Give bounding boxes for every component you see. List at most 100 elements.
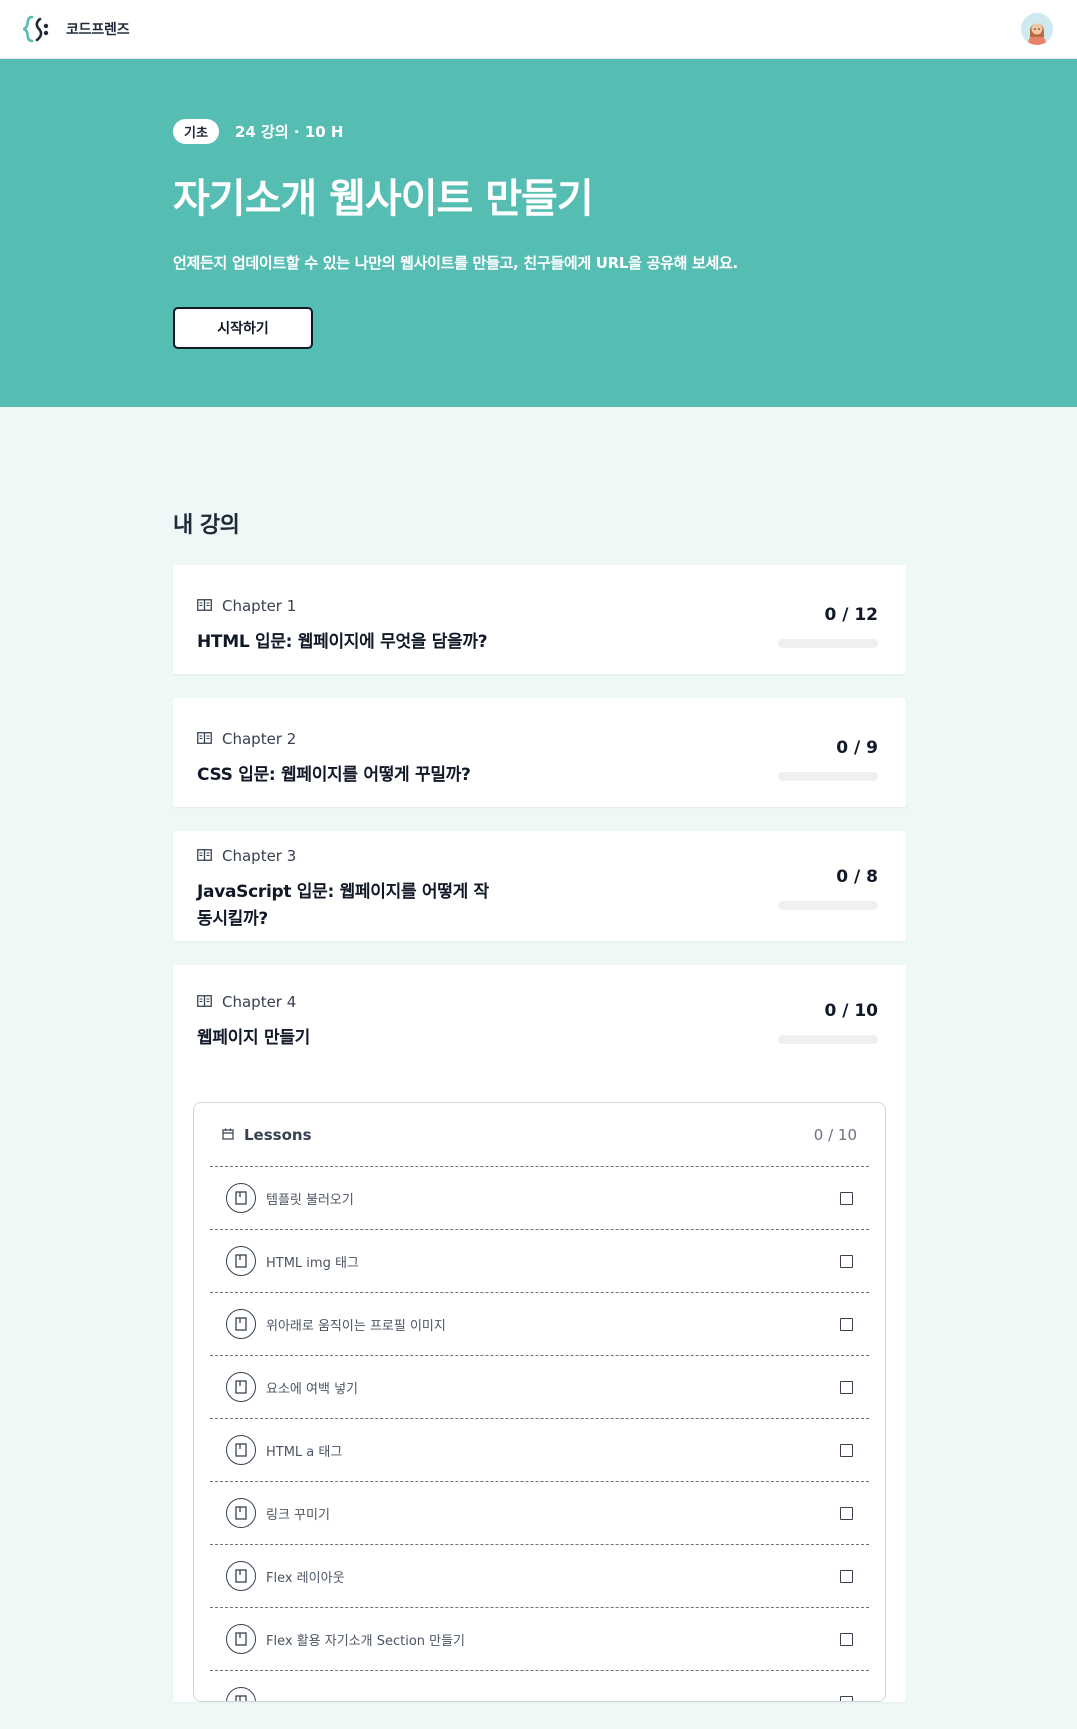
lessons-count: 0 / 10 — [813, 1125, 857, 1144]
lesson-checkbox[interactable] — [840, 1506, 853, 1520]
lesson-name: 위아래로 움직이는 프로필 이미지 — [266, 1318, 446, 1334]
chapter-progress: 0 / 8 — [778, 831, 878, 933]
lesson-name: 링크 꾸미기 — [266, 1507, 330, 1523]
lesson-name: Flex 활용 자기소개 Section 만들기 — [266, 1633, 466, 1649]
chapter-label: Chapter 4 — [222, 993, 297, 1011]
chapter-progress-bar — [778, 1035, 878, 1044]
document-icon — [226, 1309, 256, 1339]
book-icon — [197, 597, 212, 615]
chapter-label-row: Chapter 3 — [197, 847, 497, 865]
chapter-progress: 0 / 10 — [778, 965, 878, 1052]
book-icon — [197, 730, 212, 748]
brand-name: 코드프렌즈 — [66, 22, 130, 38]
my-courses-title: 내 강의 — [173, 513, 240, 538]
chapter-label: Chapter 1 — [222, 597, 297, 615]
user-avatar-icon[interactable] — [1021, 13, 1053, 45]
chapter-header: Chapter 3 JavaScript 입문: 웹페이지를 어떻게 작동시킬까… — [197, 831, 878, 933]
lesson-checkbox[interactable] — [840, 1443, 853, 1457]
lesson-item-info: 링크 꾸미기 — [226, 1498, 330, 1528]
chapter-card-2[interactable]: Chapter 2 CSS 입문: 웹페이지를 어떻게 꾸밀까? 0 / 9 — [173, 698, 906, 807]
chapter-info: Chapter 1 HTML 입문: 웹페이지에 무엇을 담을까? — [197, 565, 488, 656]
chapter-label-row: Chapter 1 — [197, 597, 487, 615]
document-icon — [226, 1246, 256, 1276]
lesson-item[interactable]: 링크 꾸미기 — [210, 1482, 869, 1545]
chapter-label-row: Chapter 2 — [197, 730, 471, 748]
level-badge: 기초 — [173, 119, 219, 144]
document-icon — [226, 1435, 256, 1465]
lessons-header[interactable]: Lessons 0 / 10 — [210, 1103, 869, 1167]
lesson-name: HTML a 태그 — [266, 1444, 343, 1460]
document-icon — [226, 1624, 256, 1654]
document-icon — [226, 1372, 256, 1402]
lesson-item[interactable]: Flex 레이아웃 — [210, 1545, 869, 1608]
document-icon — [226, 1687, 256, 1701]
lesson-item[interactable]: Flex 활용 자기소개 Section 만들기 — [210, 1608, 869, 1671]
course-title: 자기소개 웹사이트 만들기 — [173, 176, 594, 222]
lesson-item-info: HTML img 태그 — [226, 1246, 359, 1276]
chapter-progress-text: 0 / 12 — [824, 605, 878, 625]
course-stats: 24 강의 · 10 H — [234, 123, 344, 141]
lesson-item-info: HTML a 태그 — [226, 1435, 342, 1465]
chapter-card-1[interactable]: Chapter 1 HTML 입문: 웹페이지에 무엇을 담을까? 0 / 12 — [173, 565, 906, 674]
lesson-item-info: 템플릿 불러오기 — [226, 1183, 354, 1213]
chapter-progress-bar — [778, 772, 878, 781]
chapter-title: HTML 입문: 웹페이지에 무엇을 담을까? — [197, 632, 488, 652]
chapter-progress-text: 0 / 8 — [836, 867, 878, 887]
chapter-label: Chapter 2 — [222, 730, 297, 748]
lesson-item[interactable]: HTML img 태그 — [210, 1230, 869, 1293]
chapter-progress-text: 0 / 9 — [836, 738, 878, 758]
chapter-card-4[interactable]: Chapter 4 웹페이지 만들기 0 / 10 Lessons 0 / 10… — [173, 965, 906, 1702]
chapter-progress-bar — [778, 639, 878, 648]
lesson-checkbox[interactable] — [840, 1380, 853, 1394]
chapter-progress-bar — [778, 901, 878, 910]
book-icon — [197, 993, 212, 1011]
lesson-item-info: Flex 활용 자기소개 Section 만들기 — [226, 1624, 465, 1654]
chapter-list: Chapter 1 HTML 입문: 웹페이지에 무엇을 담을까? 0 / 12 — [173, 565, 1077, 1702]
lesson-item[interactable] — [210, 1671, 869, 1701]
lesson-item[interactable]: 요소에 여백 넣기 — [210, 1356, 869, 1419]
lesson-item[interactable]: 위아래로 움직이는 프로필 이미지 — [210, 1293, 869, 1356]
lesson-checkbox[interactable] — [840, 1191, 853, 1205]
calendar-icon — [222, 1126, 234, 1144]
chapter-progress: 0 / 12 — [778, 565, 878, 656]
lesson-item-info — [226, 1687, 266, 1701]
main-content: 내 강의 Chapter 1 HTML 입문: 웹페이지에 무엇을 담을까? 0… — [0, 507, 1077, 1702]
lesson-name: 요소에 여백 넣기 — [266, 1381, 358, 1397]
lesson-item[interactable]: HTML a 태그 — [210, 1419, 869, 1482]
lesson-item-info: Flex 레이아웃 — [226, 1561, 345, 1591]
chapter-progress-text: 0 / 10 — [824, 1001, 878, 1021]
lesson-checkbox[interactable] — [840, 1569, 853, 1583]
lesson-checkbox[interactable] — [840, 1632, 853, 1646]
lessons-title: Lessons — [244, 1125, 312, 1144]
course-meta: 기초 24 강의 · 10 H — [173, 119, 1077, 144]
lesson-checkbox[interactable] — [840, 1695, 853, 1701]
chapter-header: Chapter 2 CSS 입문: 웹페이지를 어떻게 꾸밀까? 0 / 9 — [197, 698, 878, 789]
document-icon — [226, 1498, 256, 1528]
lesson-checkbox[interactable] — [840, 1254, 853, 1268]
chapter-title: CSS 입문: 웹페이지를 어떻게 꾸밀까? — [197, 765, 471, 785]
lesson-item[interactable]: 템플릿 불러오기 — [210, 1167, 869, 1230]
chapter-title: 웹페이지 만들기 — [197, 1028, 310, 1048]
chapter-info: Chapter 4 웹페이지 만들기 — [197, 965, 310, 1052]
chapter-label: Chapter 3 — [222, 847, 297, 865]
lesson-name: Flex 레이아웃 — [266, 1570, 345, 1586]
lesson-item-info: 위아래로 움직이는 프로필 이미지 — [226, 1309, 446, 1339]
document-icon — [226, 1183, 256, 1213]
lesson-checkbox[interactable] — [840, 1317, 853, 1331]
document-icon — [226, 1561, 256, 1591]
chapter-title: JavaScript 입문: 웹페이지를 어떻게 작동시킬까? — [197, 882, 489, 929]
chapter-label-row: Chapter 4 — [197, 993, 310, 1011]
chapter-info: Chapter 3 JavaScript 입문: 웹페이지를 어떻게 작동시킬까… — [197, 831, 497, 933]
start-button[interactable]: 시작하기 — [173, 307, 313, 349]
chapter-header: Chapter 4 웹페이지 만들기 0 / 10 — [197, 965, 878, 1052]
brand[interactable]: 코드프렌즈 — [22, 13, 130, 45]
chapter-progress: 0 / 9 — [778, 698, 878, 789]
lesson-name: HTML img 태그 — [266, 1255, 359, 1271]
chapter-info: Chapter 2 CSS 입문: 웹페이지를 어떻게 꾸밀까? — [197, 698, 471, 789]
top-navbar: 코드프렌즈 — [0, 0, 1077, 59]
lesson-item-info: 요소에 여백 넣기 — [226, 1372, 358, 1402]
chapter-card-3[interactable]: Chapter 3 JavaScript 입문: 웹페이지를 어떻게 작동시킬까… — [173, 831, 906, 941]
chapter-header: Chapter 1 HTML 입문: 웹페이지에 무엇을 담을까? 0 / 12 — [197, 565, 878, 656]
codefriends-logo-icon — [22, 13, 54, 45]
course-hero: 기초 24 강의 · 10 H 자기소개 웹사이트 만들기 언제든지 업데이트할… — [0, 59, 1077, 407]
